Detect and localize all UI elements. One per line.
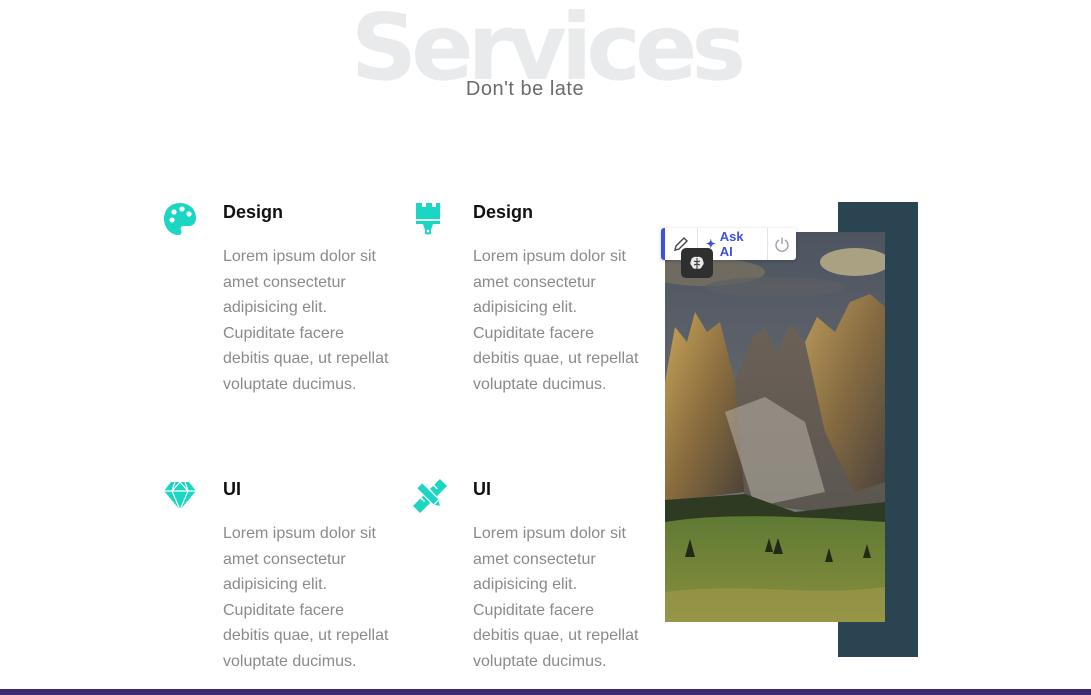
- paint-brush-icon: [416, 203, 440, 235]
- power-icon: [775, 237, 789, 252]
- services-subtitle: Don't be late: [465, 78, 585, 100]
- brain-icon: [690, 256, 704, 269]
- service-description: Lorem ipsum dolor sit amet consectetur a…: [223, 248, 389, 393]
- mountain-landscape-image: [665, 232, 885, 622]
- power-button[interactable]: [768, 228, 796, 260]
- diamond-icon: [164, 481, 196, 512]
- service-description: Lorem ipsum dolor sit amet consectetur a…: [223, 525, 389, 670]
- service-title: Design: [473, 202, 534, 222]
- service-title: UI: [473, 479, 491, 499]
- service-title: UI: [223, 479, 241, 499]
- bottom-accent-bar: [0, 689, 1091, 695]
- mountain-photo: [665, 232, 885, 622]
- ask-ai-label: Ask AI: [719, 229, 744, 259]
- service-description: Lorem ipsum dolor sit amet consectetur a…: [473, 525, 639, 670]
- pencil-ruler-icon: [413, 479, 447, 513]
- palette-icon: [164, 203, 196, 235]
- service-description: Lorem ipsum dolor sit amet consectetur a…: [473, 248, 639, 393]
- service-title: Design: [223, 202, 284, 222]
- brain-badge-button[interactable]: [681, 248, 713, 278]
